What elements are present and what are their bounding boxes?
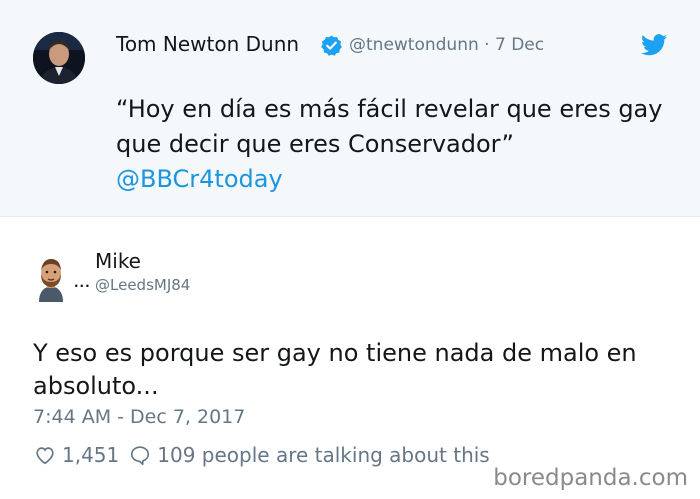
quoted-date[interactable]: 7 Dec — [495, 35, 544, 55]
like-count[interactable]: 1,451 — [62, 443, 119, 467]
talking-count[interactable]: 109 people are talking about this — [157, 443, 489, 467]
twitter-bird-icon[interactable] — [641, 34, 667, 56]
reply-timestamp[interactable]: 7:44 AM - Dec 7, 2017 — [33, 406, 245, 428]
quoted-mention-link[interactable]: @BBCr4today — [116, 165, 283, 193]
separator-dot: · — [484, 35, 490, 55]
reply-tweet-text: Y eso es porque ser gay no tiene nada de… — [33, 339, 637, 400]
quoted-tweet-text: “Hoy en día es más fácil revelar que ere… — [116, 92, 676, 197]
quoted-author-avatar[interactable] — [33, 32, 85, 84]
quoted-body: “Hoy en día es más fácil revelar que ere… — [116, 95, 663, 158]
avatar-dots: ... — [74, 276, 91, 290]
chat-bubble-icon[interactable] — [129, 444, 151, 466]
heart-icon[interactable] — [34, 444, 56, 466]
quoted-author-name[interactable]: Tom Newton Dunn — [116, 32, 299, 56]
reply-handle[interactable]: @LeedsMJ84 — [95, 276, 190, 294]
verified-badge-icon — [321, 35, 342, 56]
quoted-tweet[interactable]: Tom Newton Dunn @tnewtondunn · 7 Dec “Ho… — [0, 0, 700, 217]
engagement-stats: 1,451 109 people are talking about this — [34, 443, 490, 467]
boredpanda-watermark: boredpanda.com — [493, 465, 688, 491]
quoted-handle-date: @tnewtondunn · 7 Dec — [349, 35, 544, 55]
reply-author-name[interactable]: Mike — [95, 249, 141, 273]
quoted-handle[interactable]: @tnewtondunn — [349, 35, 479, 55]
reply-author-avatar[interactable] — [33, 256, 69, 302]
